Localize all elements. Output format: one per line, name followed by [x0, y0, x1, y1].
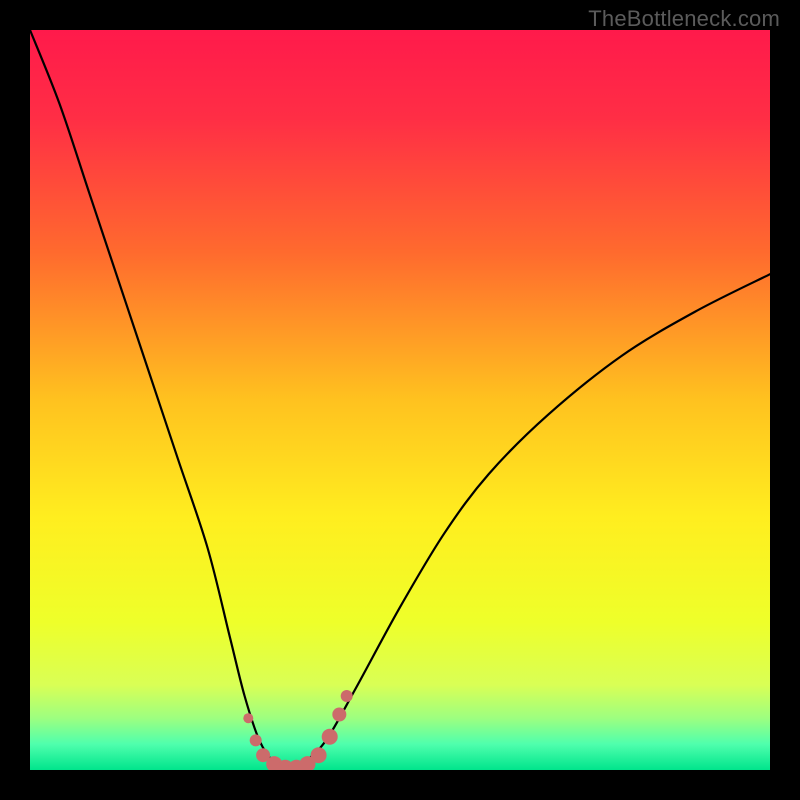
gradient-background [30, 30, 770, 770]
marker-dot [332, 708, 346, 722]
chart-svg [30, 30, 770, 770]
chart-frame: TheBottleneck.com [0, 0, 800, 800]
watermark-text: TheBottleneck.com [588, 6, 780, 32]
marker-dot [243, 713, 253, 723]
marker-dot [250, 734, 262, 746]
marker-dot [322, 729, 338, 745]
marker-dot [311, 747, 327, 763]
plot-area [30, 30, 770, 770]
marker-dot [341, 690, 353, 702]
